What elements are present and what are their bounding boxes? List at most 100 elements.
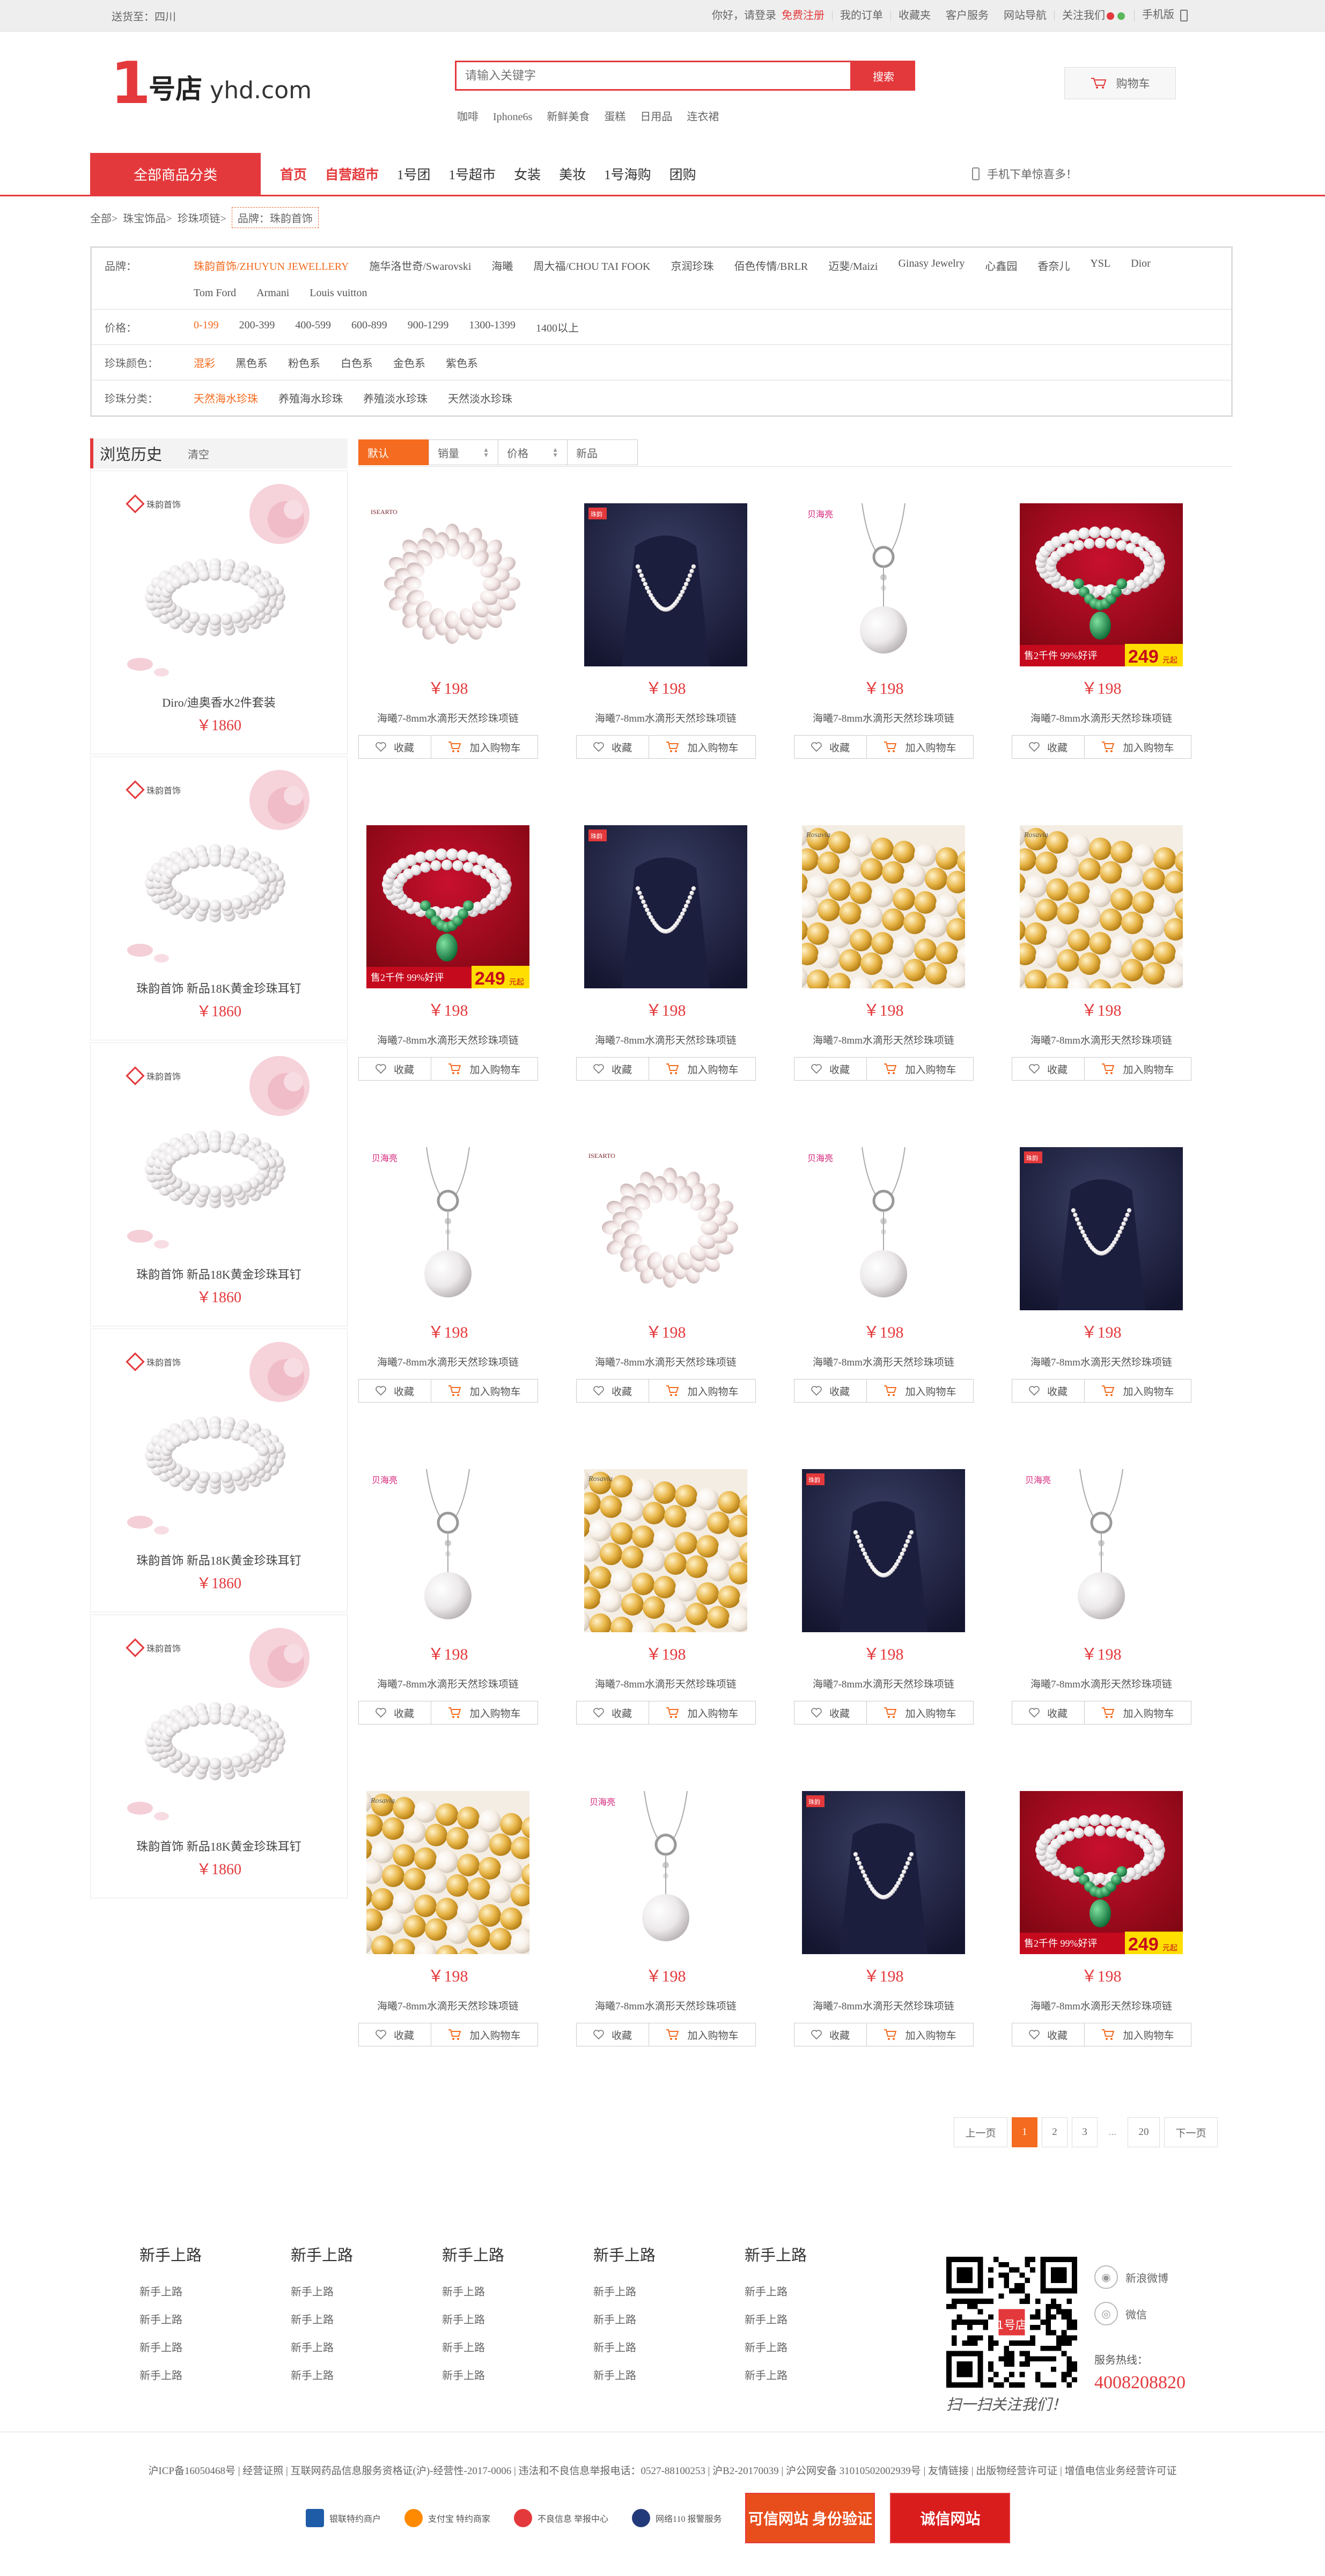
add-to-cart-button[interactable]: 加入购物车 [866, 1701, 974, 1724]
add-to-cart-button[interactable]: 加入购物车 [649, 1701, 756, 1724]
add-to-cart-button[interactable]: 加入购物车 [866, 1379, 974, 1403]
add-to-cart-button[interactable]: 加入购物车 [649, 2023, 756, 2046]
customer-service-link[interactable]: 客户服务 [938, 10, 996, 21]
footer-link[interactable]: 新手上路 [745, 2362, 896, 2390]
next-page-button[interactable]: 下一页 [1164, 2117, 1218, 2147]
history-item[interactable]: 珠韵首饰 珠韵首饰 新品18K黄金珍珠耳钉 ￥1860 [90, 1043, 348, 1326]
product-image[interactable]: 贝海亮 [366, 1147, 529, 1310]
product-image[interactable]: Rosavia [785, 825, 990, 1015]
product-title[interactable]: 海曦7-8mm水滴形天然珍珠项链 [794, 1998, 973, 2013]
favorite-button[interactable]: 收藏 [794, 1379, 867, 1403]
product-title[interactable]: 海曦7-8mm水滴形天然珍珠项链 [358, 1998, 538, 2013]
product-image[interactable]: 珠韵 [1020, 1147, 1183, 1310]
history-item-image[interactable]: 珠韵首饰 [119, 768, 317, 972]
product-image[interactable]: ISEARTO [584, 1147, 747, 1310]
footer-link[interactable]: 新手上路 [593, 2334, 745, 2362]
footer-link[interactable]: 新手上路 [139, 2306, 291, 2334]
filter-option[interactable]: Dior [1131, 258, 1151, 273]
product-title[interactable]: 海曦7-8mm水滴形天然珍珠项链 [576, 1032, 755, 1047]
filter-option[interactable]: 养殖海水珍珠 [278, 390, 343, 406]
page-button[interactable]: 20 [1128, 2117, 1160, 2147]
report-center-badge[interactable]: 不良信息 举报中心 [514, 2502, 608, 2534]
filter-option[interactable]: 养殖淡水珍珠 [363, 390, 428, 406]
filter-option[interactable]: Ginasy Jewelry [898, 258, 965, 273]
favorites-link[interactable]: 收藏夹 [890, 10, 938, 21]
page-button[interactable]: 3 [1072, 2117, 1098, 2147]
footer-link[interactable]: 新手上路 [291, 2306, 442, 2334]
history-item[interactable]: 珠韵首饰 珠韵首饰 新品18K黄金珍珠耳钉 ￥1860 [90, 1329, 348, 1612]
nav-beauty[interactable]: 美妆 [559, 164, 586, 184]
filter-option[interactable]: 施华洛世奇/Swarovski [369, 258, 471, 273]
favorite-button[interactable]: 收藏 [576, 735, 649, 759]
favorite-button[interactable]: 收藏 [576, 1379, 649, 1403]
product-image[interactable]: Rosavia [1003, 825, 1208, 1015]
product-title[interactable]: 海曦7-8mm水滴形天然珍珠项链 [358, 1676, 538, 1691]
product-title[interactable]: 海曦7-8mm水滴形天然珍珠项链 [1012, 1676, 1191, 1691]
favorite-button[interactable]: 收藏 [1012, 735, 1085, 759]
favorite-button[interactable]: 收藏 [576, 2023, 649, 2046]
sort-price[interactable]: 价格 ▲ ▼ [498, 439, 568, 465]
history-item-name[interactable]: 珠韵首饰 新品18K黄金珍珠耳钉 [91, 1551, 347, 1568]
add-to-cart-button[interactable]: 加入购物车 [431, 735, 538, 759]
integrity-site-badge[interactable]: 诚信网站 [890, 2493, 1011, 2543]
filter-option[interactable]: 京润珍珠 [671, 258, 713, 273]
product-title[interactable]: 海曦7-8mm水滴形天然珍珠项链 [576, 1354, 755, 1369]
police-badge[interactable]: 网络110 报警服务 [632, 2502, 722, 2534]
footer-link[interactable]: 新手上路 [593, 2278, 745, 2306]
product-title[interactable]: 海曦7-8mm水滴形天然珍珠项链 [794, 1032, 973, 1047]
history-item-name[interactable]: 珠韵首饰 新品18K黄金珍珠耳钉 [91, 979, 347, 996]
footer-link[interactable]: 新手上路 [593, 2306, 745, 2334]
favorite-button[interactable]: 收藏 [794, 735, 867, 759]
product-image[interactable]: 珠韵 [802, 1791, 965, 1954]
trusted-site-badge[interactable]: 可信网站 身份验证 [745, 2493, 875, 2543]
ship-to[interactable]: 送货至：四川 [112, 11, 176, 23]
product-title[interactable]: 海曦7-8mm水滴形天然珍珠项链 [576, 710, 755, 725]
nav-home[interactable]: 首页 [280, 164, 307, 184]
product-title[interactable]: 海曦7-8mm水滴形天然珍珠项链 [358, 710, 538, 725]
filter-option[interactable]: 200-399 [239, 319, 275, 335]
product-title[interactable]: 海曦7-8mm水滴形天然珍珠项链 [1012, 1354, 1191, 1369]
product-title[interactable]: 海曦7-8mm水滴形天然珍珠项链 [358, 1032, 538, 1047]
add-to-cart-button[interactable]: 加入购物车 [1084, 1057, 1191, 1081]
favorite-button[interactable]: 收藏 [794, 1057, 867, 1081]
footer-link[interactable]: 新手上路 [442, 2334, 593, 2362]
product-title[interactable]: 海曦7-8mm水滴形天然珍珠项链 [1012, 710, 1191, 725]
weibo-link[interactable]: ◉ 新浪微博 [1094, 2265, 1168, 2289]
product-image[interactable]: 贝海亮 [584, 1790, 747, 1954]
my-orders-link[interactable]: 我的订单 [832, 10, 890, 21]
filter-option[interactable]: 天然淡水珍珠 [448, 390, 512, 406]
product-title[interactable]: 海曦7-8mm水滴形天然珍珠项链 [576, 1676, 755, 1691]
add-to-cart-button[interactable]: 加入购物车 [431, 1379, 538, 1403]
product-title[interactable]: 海曦7-8mm水滴形天然珍珠项链 [794, 1676, 973, 1691]
favorite-button[interactable]: 收藏 [794, 1701, 867, 1724]
footer-link[interactable]: 新手上路 [139, 2278, 291, 2306]
product-image[interactable]: Rosavia [568, 1469, 772, 1658]
hot-keyword[interactable]: Iphone6s [493, 111, 532, 123]
product-image[interactable]: 珠韵 [584, 825, 747, 988]
add-to-cart-button[interactable]: 加入购物车 [1084, 1379, 1191, 1403]
product-image[interactable]: 珠韵 [802, 1469, 965, 1632]
sort-default[interactable]: 默认 [358, 439, 429, 465]
footer-link[interactable]: 新手上路 [139, 2362, 291, 2390]
product-image[interactable]: ISEARTO [366, 503, 529, 666]
add-to-cart-button[interactable]: 加入购物车 [649, 1057, 756, 1081]
hot-keyword[interactable]: 日用品 [640, 111, 672, 123]
product-image[interactable]: 贝海亮 [802, 503, 965, 666]
product-title[interactable]: 海曦7-8mm水滴形天然珍珠项链 [794, 1354, 973, 1369]
prev-page-button[interactable]: 上一页 [954, 2117, 1007, 2147]
filter-option[interactable]: Armani [256, 287, 289, 299]
hot-keyword[interactable]: 连衣裙 [687, 111, 719, 123]
filter-option[interactable]: Tom Ford [194, 287, 236, 299]
all-categories-button[interactable]: 全部商品分类 [90, 153, 261, 195]
favorite-button[interactable]: 收藏 [576, 1057, 649, 1081]
history-item-name[interactable]: 珠韵首饰 新品18K黄金珍珠耳钉 [91, 1265, 347, 1282]
nav-womens[interactable]: 女装 [514, 164, 541, 184]
favorite-button[interactable]: 收藏 [794, 2023, 867, 2046]
favorite-button[interactable]: 收藏 [358, 1379, 431, 1403]
filter-option[interactable]: 1300-1399 [469, 319, 516, 335]
breadcrumb-item[interactable]: 全部> [90, 210, 117, 225]
history-clear-button[interactable]: 清空 [188, 446, 209, 461]
register-link[interactable]: 免费注册 [782, 10, 825, 21]
history-item-image[interactable]: 珠韵首饰 [119, 482, 317, 686]
cart-button[interactable]: 购物车 [1064, 67, 1176, 99]
